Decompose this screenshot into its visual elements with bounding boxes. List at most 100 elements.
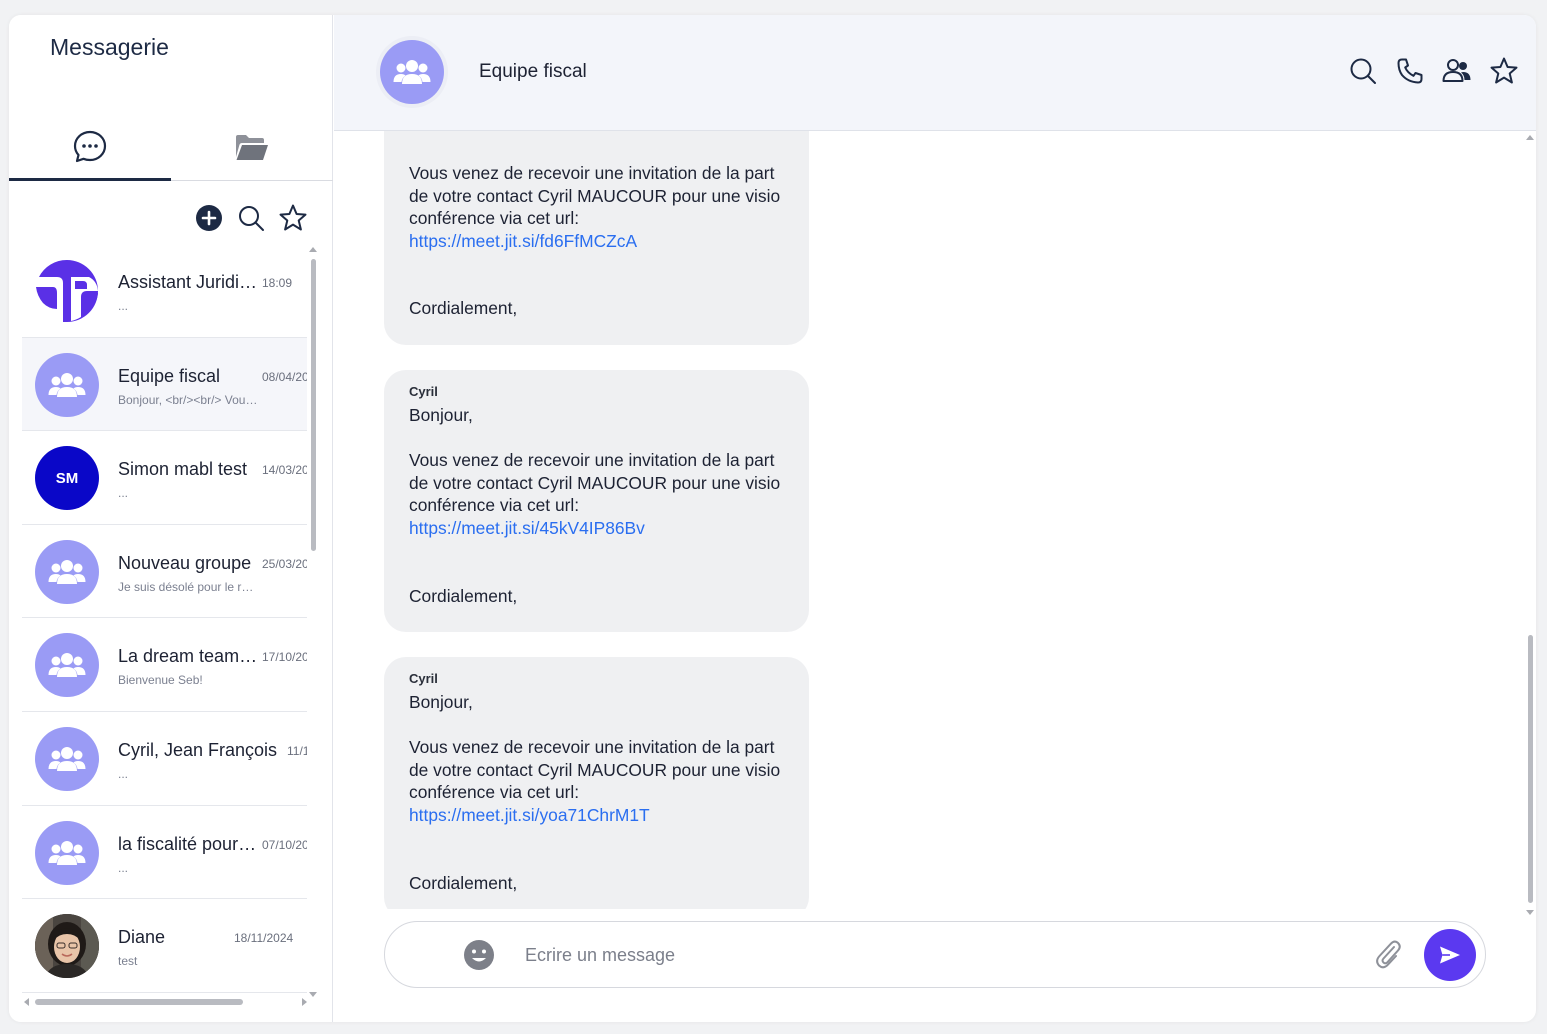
chat-title: Equipe fiscal: [479, 61, 587, 82]
message-link[interactable]: https://meet.jit.si/45kV4IP86Bv: [409, 517, 784, 540]
chat-panel: Equipe fiscal Vous venez de recevoir une…: [334, 15, 1536, 1022]
members-button[interactable]: [1441, 55, 1473, 87]
scroll-right-arrow[interactable]: [302, 998, 307, 1006]
message-text: Cordialement,: [409, 872, 518, 893]
conversation-time: 25/03/2025: [262, 556, 307, 571]
avatar: [35, 352, 99, 417]
scroll-down-arrow[interactable]: [1526, 910, 1534, 915]
message-bubble: Cyril Bonjour, Vous venez de recevoir un…: [384, 370, 809, 633]
send-icon: [1440, 946, 1460, 964]
star-icon: [279, 204, 307, 231]
message-text: Vous venez de recevoir une invitation de…: [409, 163, 775, 183]
conversation-item[interactable]: SM Simon mabl test 14/03/2025 ...: [22, 431, 307, 525]
group-icon: [48, 372, 86, 397]
assistant-logo-icon: [36, 259, 98, 322]
conversation-time: 08/04/2025: [262, 369, 307, 384]
message-text: de votre contact Cyril MAUCOUR pour une …: [409, 472, 781, 493]
group-icon: [48, 840, 86, 865]
conversation-preview: Bienvenue Seb!: [118, 673, 203, 688]
conversation-preview: ...: [118, 299, 129, 313]
attach-button[interactable]: [1372, 938, 1404, 972]
scroll-up-arrow[interactable]: [309, 247, 317, 252]
send-button[interactable]: [1424, 929, 1476, 981]
conversation-item[interactable]: Nouveau groupe 25/03/2025 Je suis désolé…: [22, 525, 307, 619]
conversation-preview: Bonjour, <br/><br/> Vous venez: [118, 392, 260, 407]
conversation-time: 18/11/2024: [234, 931, 294, 946]
message-bubble: Cyril Bonjour, Vous venez de recevoir un…: [384, 657, 809, 909]
conversation-list-vertical-scrollbar[interactable]: [308, 247, 320, 997]
sidebar-tools: [194, 203, 308, 233]
avatar: [35, 539, 99, 604]
emoji-button[interactable]: [463, 939, 495, 971]
conversation-time: 14/03/2025: [262, 463, 307, 478]
search-messages-button[interactable]: [1347, 55, 1379, 87]
group-icon: [393, 60, 431, 84]
sidebar: Messagerie Assistant Juridique 18:09 ...…: [9, 15, 333, 1022]
message-sender: Cyril: [409, 384, 438, 399]
conversation-preview: Je suis désolé pour le retard: [118, 579, 260, 594]
message-composer: [384, 921, 1486, 988]
favorites-button[interactable]: [278, 203, 308, 233]
message-text: conférence via cet url:: [409, 208, 580, 229]
group-icon: [48, 746, 86, 771]
message-link[interactable]: https://meet.jit.si/fd6FfMCZcA: [409, 230, 784, 253]
conversation-preview: ...: [118, 486, 129, 501]
chat-bubble-icon: [73, 130, 107, 162]
message-sender: Cyril: [409, 671, 438, 686]
conversation-preview: ...: [118, 860, 129, 875]
tab-conversations[interactable]: [9, 115, 171, 181]
avatar: [35, 726, 99, 791]
scrollbar-thumb[interactable]: [35, 999, 243, 1005]
message-text: de votre contact Cyril MAUCOUR pour une …: [409, 185, 781, 206]
message-list: Vous venez de recevoir une invitation de…: [334, 131, 1524, 909]
message-text: Vous venez de recevoir une invitation de…: [409, 450, 775, 471]
message-text: conférence via cet url:: [409, 495, 580, 516]
conversation-time: 17/10/2024: [262, 650, 307, 665]
conversation-preview: test: [118, 954, 138, 969]
conversation-item[interactable]: La dream team fiscale 17/10/2024 Bienven…: [22, 618, 307, 712]
favorite-button[interactable]: [1488, 55, 1520, 87]
message-text: conférence via cet url:: [409, 782, 580, 803]
conversation-time: 07/10/2024: [262, 837, 307, 852]
message-input[interactable]: [525, 936, 1345, 974]
conversation-list-horizontal-scrollbar[interactable]: [22, 996, 307, 1008]
message-list-scrollbar[interactable]: [1525, 135, 1536, 915]
message-text: Vous venez de recevoir une invitation de…: [409, 737, 775, 758]
conversation-name: Cyril, Jean François: [118, 739, 278, 760]
scrollbar-thumb[interactable]: [1528, 635, 1533, 903]
conversation-time: 11/10/2024: [287, 743, 307, 758]
search-icon: [239, 206, 264, 231]
scroll-left-arrow[interactable]: [24, 998, 29, 1006]
conversation-item[interactable]: Diane 18/11/2024 test: [22, 899, 307, 993]
message-text: Cordialement,: [409, 585, 518, 606]
paperclip-icon: [1376, 940, 1401, 969]
avatar-initials: SM: [55, 469, 79, 487]
conversation-name: Equipe fiscal: [118, 365, 221, 386]
sidebar-title: Messagerie: [50, 34, 169, 60]
call-button[interactable]: [1394, 55, 1426, 87]
message-text: Cordialement,: [409, 298, 518, 319]
add-conversation-button[interactable]: [194, 203, 224, 233]
avatar: [35, 633, 99, 698]
scroll-up-arrow[interactable]: [1526, 135, 1534, 140]
conversation-item[interactable]: la fiscalité pour tous 07/10/2024 ...: [22, 806, 307, 900]
avatar: [35, 259, 99, 323]
message-link[interactable]: https://meet.jit.si/yoa71ChrM1T: [409, 804, 784, 827]
search-icon: [1350, 58, 1376, 84]
conversation-item[interactable]: Equipe fiscal 08/04/2025 Bonjour, <br/><…: [22, 337, 307, 432]
avatar: [35, 820, 99, 885]
conversation-name: Simon mabl test: [118, 459, 248, 480]
sidebar-tabs: [9, 115, 333, 181]
avatar: [35, 914, 99, 979]
conversation-preview: ...: [118, 766, 129, 781]
conversation-name: la fiscalité pour tous: [118, 833, 260, 854]
conversation-time: 18:09: [262, 276, 293, 290]
tab-folders[interactable]: [171, 115, 333, 181]
avatar: SM: [35, 446, 99, 511]
members-icon: [1442, 59, 1471, 82]
scrollbar-thumb[interactable]: [311, 259, 316, 551]
conversation-item[interactable]: Assistant Juridique 18:09 ...: [22, 244, 307, 338]
scroll-down-arrow[interactable]: [309, 992, 317, 997]
conversation-item[interactable]: Cyril, Jean François 11/10/2024 ...: [22, 712, 307, 806]
search-conversations-button[interactable]: [236, 203, 266, 233]
